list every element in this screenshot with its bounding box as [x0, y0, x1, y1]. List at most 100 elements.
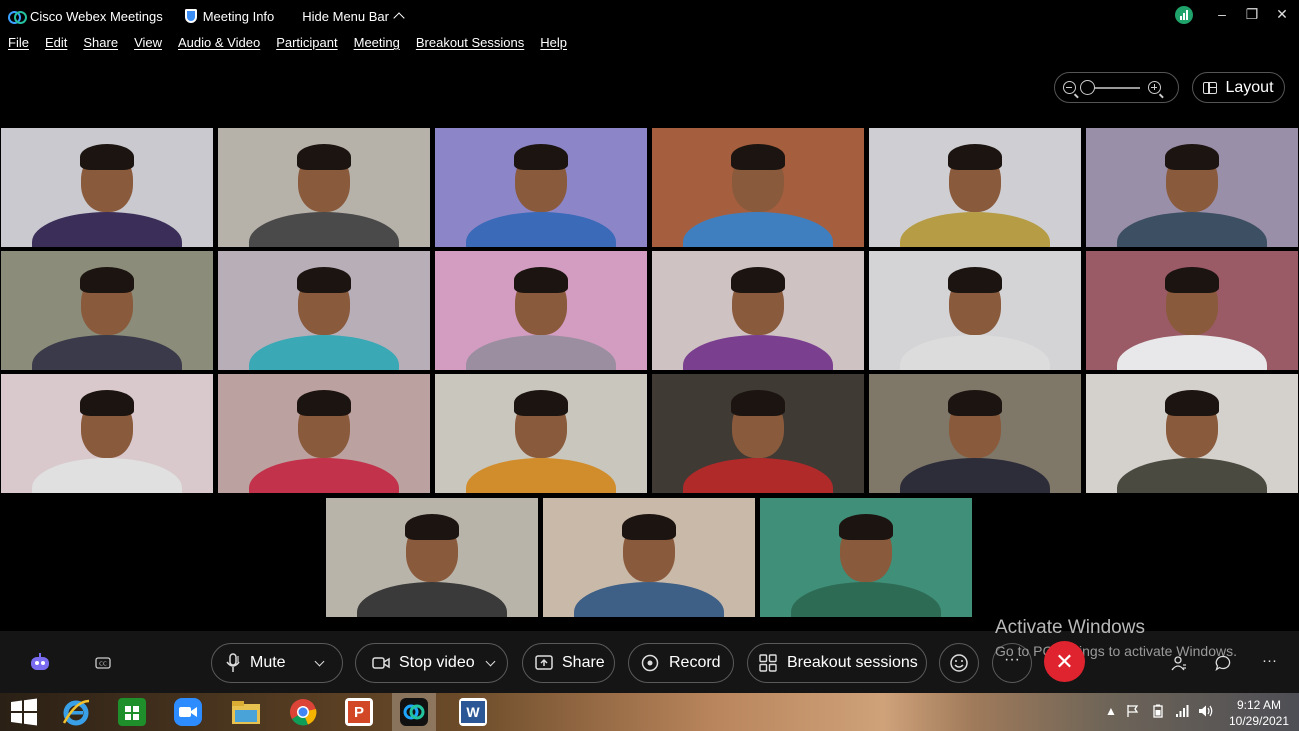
participant-video-tile[interactable] — [218, 374, 430, 493]
participant-video-tile[interactable] — [435, 251, 647, 370]
zoom-control — [1054, 72, 1179, 103]
participant-video-tile[interactable] — [218, 251, 430, 370]
layout-button[interactable]: Layout — [1192, 72, 1285, 103]
clock-date: 10/29/2021 — [1228, 714, 1290, 728]
participant-video-tile[interactable] — [1, 374, 213, 493]
participant-hair — [731, 390, 785, 416]
chrome-icon[interactable] — [281, 693, 325, 731]
meeting-info-button[interactable]: Meeting Info — [184, 8, 275, 24]
zoom-icon[interactable] — [166, 693, 210, 731]
chevron-down-icon[interactable] — [485, 656, 496, 666]
zoom-in-icon[interactable] — [1148, 81, 1161, 94]
menu-file[interactable]: File — [8, 35, 29, 55]
participant-body — [1117, 458, 1267, 493]
menu-share[interactable]: Share — [83, 35, 118, 55]
participant-video-tile[interactable] — [652, 128, 864, 247]
meeting-info-label: Meeting Info — [202, 8, 275, 24]
more-panels-icon[interactable]: ··· — [1262, 652, 1277, 669]
participant-body — [32, 212, 182, 247]
participant-body — [683, 458, 833, 493]
stop-video-button[interactable]: Stop video — [355, 643, 508, 683]
mute-label: Mute — [250, 654, 286, 671]
participant-hair — [948, 267, 1002, 293]
menu-audio-video[interactable]: Audio & Video — [178, 35, 260, 55]
title-bar: Cisco Webex Meetings Meeting Info Hide M… — [0, 0, 1299, 32]
meeting-controls: CC Mute Stop video Share Record Breakout… — [0, 631, 1299, 693]
show-hidden-icons[interactable]: ▲ — [1105, 704, 1117, 718]
end-meeting-button[interactable]: ✕ — [1044, 641, 1085, 682]
participant-video-tile[interactable] — [652, 251, 864, 370]
internet-explorer-icon[interactable] — [54, 693, 98, 731]
flag-icon[interactable] — [1126, 704, 1140, 721]
participant-video-tile[interactable] — [760, 498, 972, 617]
participant-video-tile[interactable] — [218, 128, 430, 247]
assistant-icon[interactable] — [20, 643, 60, 683]
microphone-icon — [226, 653, 240, 672]
participant-hair — [622, 514, 676, 540]
share-button[interactable]: Share — [522, 643, 615, 683]
powerpoint-icon[interactable]: P — [337, 693, 381, 731]
participant-hair — [1165, 390, 1219, 416]
participant-video-tile[interactable] — [1, 128, 213, 247]
store-icon[interactable] — [110, 693, 154, 731]
participant-hair — [948, 390, 1002, 416]
minimize-icon[interactable]: – — [1207, 0, 1237, 28]
menu-bar: File Edit Share View Audio & Video Parti… — [0, 35, 575, 55]
zoom-out-icon[interactable] — [1063, 81, 1076, 94]
restore-icon[interactable]: ❐ — [1237, 0, 1267, 28]
zoom-slider[interactable] — [1080, 79, 1140, 95]
participant-hair — [80, 267, 134, 293]
menu-edit[interactable]: Edit — [45, 35, 67, 55]
reactions-button[interactable] — [939, 643, 979, 683]
participant-video-tile[interactable] — [869, 128, 1081, 247]
participant-hair — [948, 144, 1002, 170]
volume-icon[interactable] — [1198, 704, 1214, 721]
participant-body — [791, 582, 941, 617]
share-label: Share — [562, 654, 605, 671]
participant-video-tile[interactable] — [435, 374, 647, 493]
chevron-down-icon[interactable] — [314, 656, 325, 666]
menu-participant[interactable]: Participant — [276, 35, 337, 55]
participant-hair — [731, 144, 785, 170]
windows-start-icon[interactable] — [2, 693, 46, 731]
menu-breakout-sessions[interactable]: Breakout Sessions — [416, 35, 524, 55]
word-icon[interactable]: W — [451, 693, 495, 731]
participant-body — [249, 335, 399, 370]
captions-icon[interactable]: CC — [83, 643, 123, 683]
network-quality-icon[interactable] — [1175, 6, 1193, 24]
hide-menu-bar-button[interactable]: Hide Menu Bar — [302, 8, 405, 24]
menu-view[interactable]: View — [134, 35, 162, 55]
file-explorer-icon[interactable] — [224, 693, 268, 731]
participant-video-tile[interactable] — [1086, 251, 1298, 370]
shield-icon — [184, 9, 197, 23]
participant-body — [466, 335, 616, 370]
participant-video-tile[interactable] — [326, 498, 538, 617]
participant-hair — [405, 514, 459, 540]
participant-video-tile[interactable] — [1086, 128, 1298, 247]
participant-video-tile[interactable] — [543, 498, 755, 617]
participants-icon[interactable] — [1171, 655, 1187, 675]
system-clock[interactable]: 9:12 AM 10/29/2021 — [1224, 697, 1294, 729]
zoom-slider-thumb[interactable] — [1080, 79, 1095, 95]
record-button[interactable]: Record — [628, 643, 734, 683]
close-icon[interactable]: ✕ — [1267, 0, 1297, 28]
menu-meeting[interactable]: Meeting — [354, 35, 400, 55]
battery-icon[interactable] — [1151, 704, 1165, 721]
mute-button[interactable]: Mute — [211, 643, 343, 683]
menu-help[interactable]: Help — [540, 35, 567, 55]
clock-time: 9:12 AM — [1236, 698, 1282, 712]
participant-video-tile[interactable] — [652, 374, 864, 493]
participant-video-tile[interactable] — [1086, 374, 1298, 493]
participant-video-tile[interactable] — [435, 128, 647, 247]
participant-body — [249, 458, 399, 493]
participant-body — [466, 458, 616, 493]
signal-icon[interactable] — [1175, 704, 1189, 721]
participant-video-tile[interactable] — [869, 374, 1081, 493]
chat-icon[interactable] — [1215, 655, 1231, 675]
participant-video-tile[interactable] — [869, 251, 1081, 370]
participant-hair — [731, 267, 785, 293]
breakout-sessions-button[interactable]: Breakout sessions — [747, 643, 927, 683]
webex-icon[interactable] — [392, 693, 436, 731]
participant-video-tile[interactable] — [1, 251, 213, 370]
hide-menu-bar-label: Hide Menu Bar — [302, 8, 389, 24]
